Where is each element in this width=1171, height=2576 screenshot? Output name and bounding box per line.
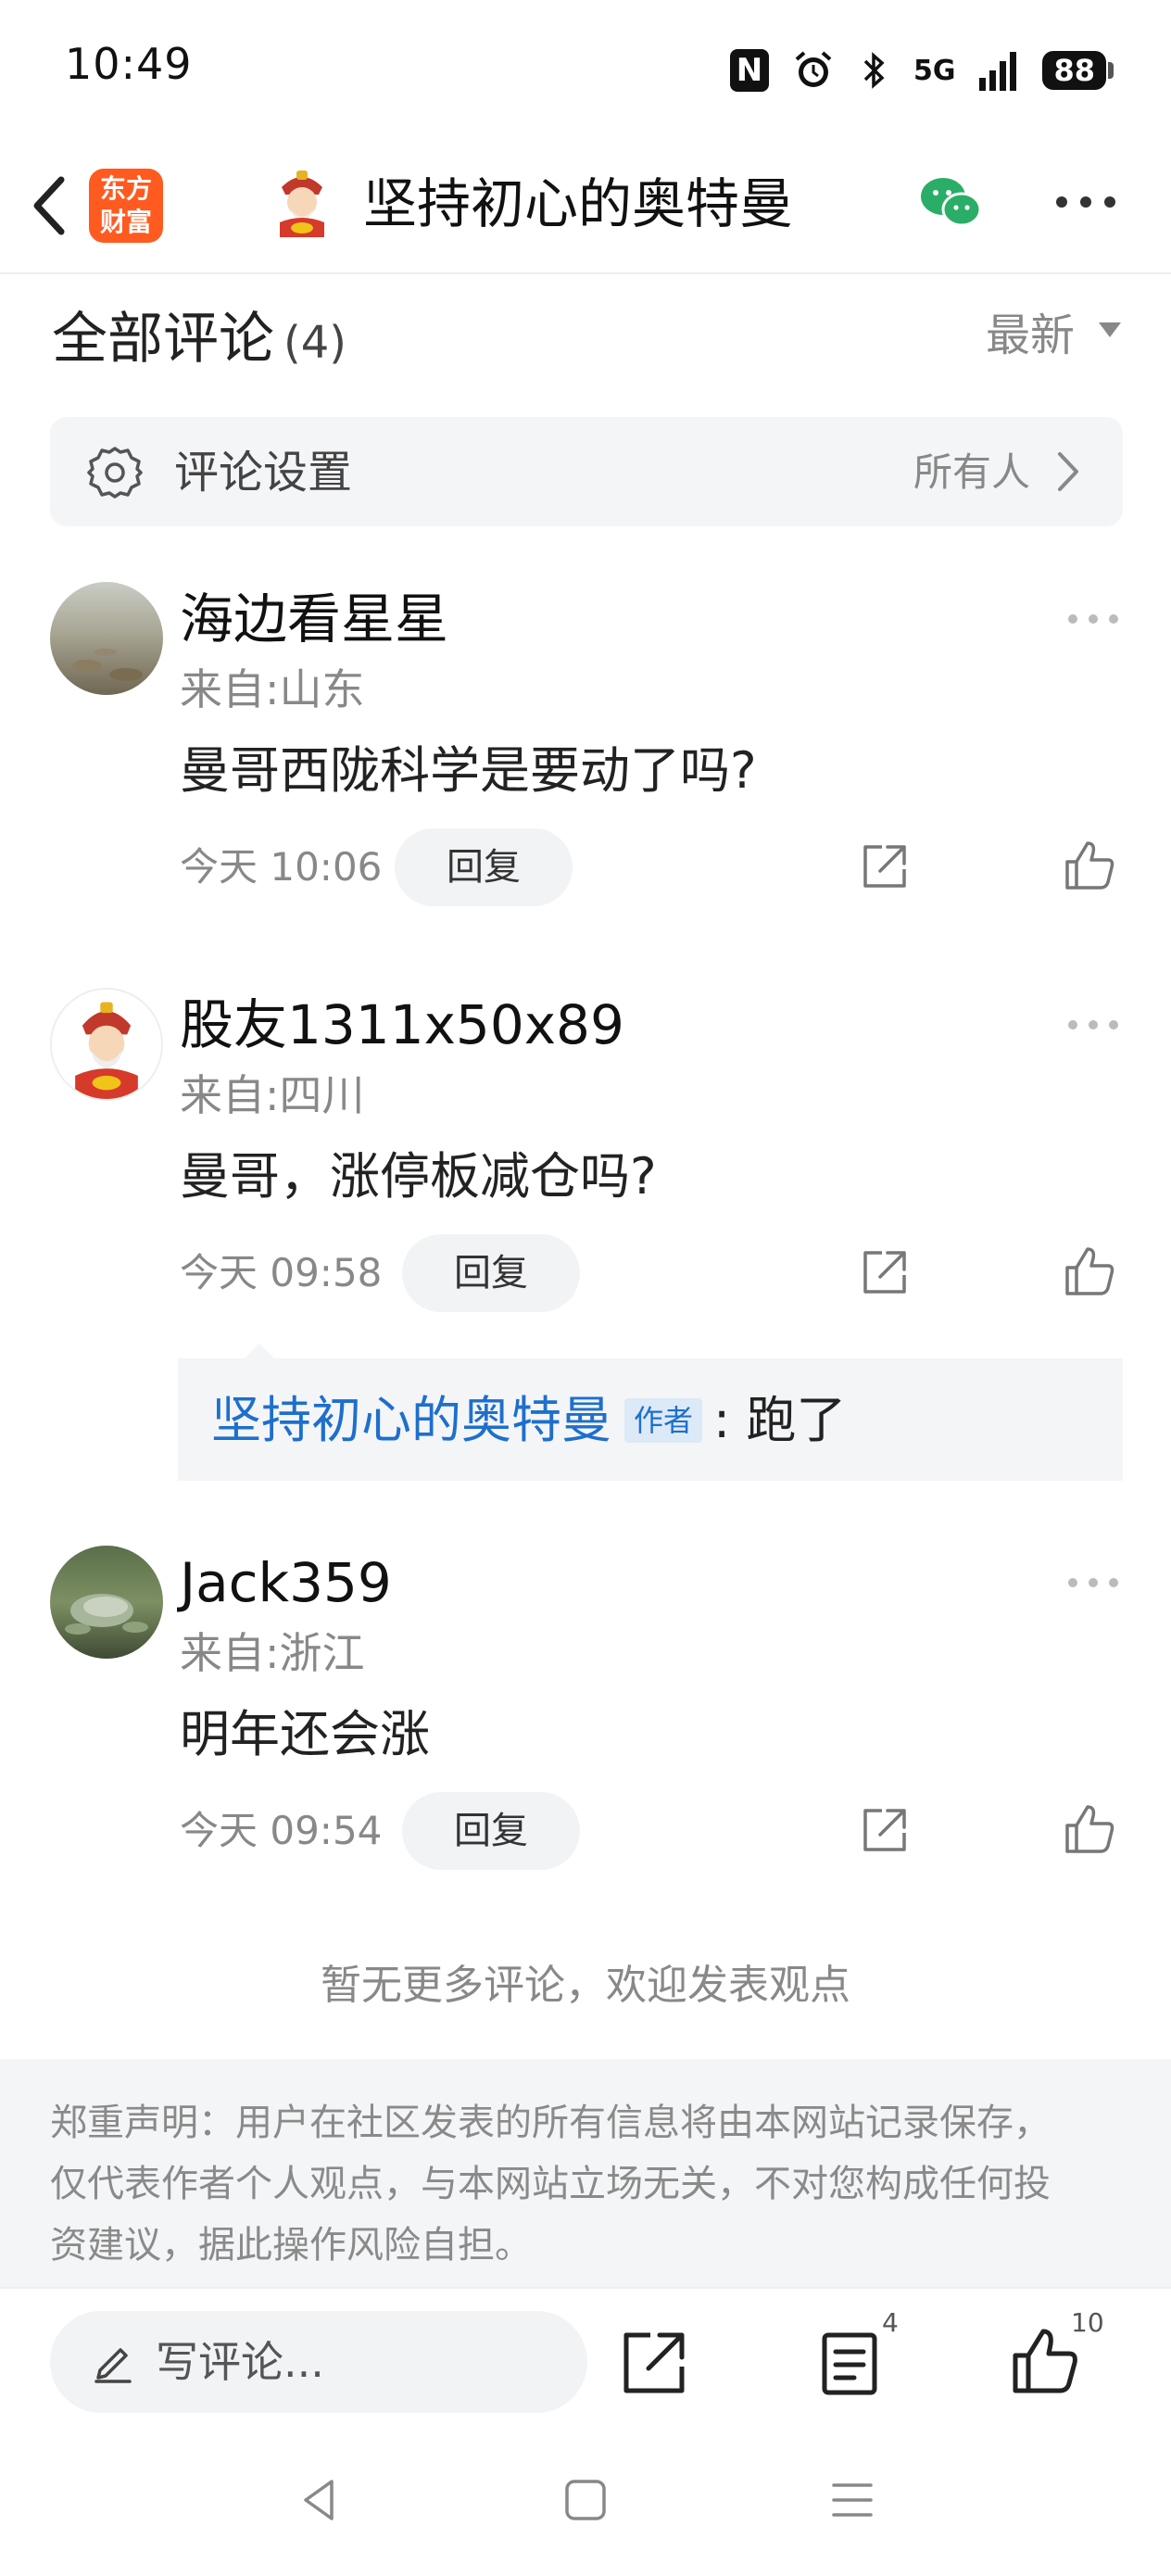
signal-icon: [979, 52, 1017, 91]
like-count-badge: 10: [1071, 2307, 1104, 2338]
comment-text: 曼哥，涨停板减仓吗?: [180, 1147, 657, 1206]
disclaimer-line: 仅代表作者个人观点，与本网站立场无关，不对您构成任何投: [50, 2163, 1051, 2205]
disclaimer-line: 郑重声明：用户在社区发表的所有信息将由本网站记录保存，: [50, 2102, 1051, 2144]
disclaimer: 郑重声明：用户在社区发表的所有信息将由本网站记录保存， 仅代表作者个人观点，与本…: [0, 2059, 1171, 2287]
page-title: 坚持初心的奥特曼: [363, 172, 794, 235]
bluetooth-icon: [863, 52, 885, 89]
comment-settings-value: 所有人: [913, 449, 1030, 495]
system-navigation-bar: [0, 2435, 1171, 2576]
author-avatar-icon[interactable]: [269, 167, 335, 237]
comment-time: 今天 10:06: [180, 844, 383, 890]
reply-button[interactable]: 回复: [402, 1792, 580, 1870]
app-header: 东方 财富 坚持初心的奥特曼: [0, 139, 1171, 274]
nav-back-icon[interactable]: [295, 2474, 346, 2526]
share-icon[interactable]: [858, 1247, 910, 1299]
comments-title: 全部评论: [52, 307, 274, 372]
network-type: 5G: [913, 54, 956, 87]
comment-location: 来自:浙江: [180, 1628, 365, 1678]
more-icon[interactable]: [1065, 1017, 1121, 1032]
alarm-icon: [795, 51, 832, 87]
share-icon[interactable]: [858, 1805, 910, 1857]
comment-text: 曼哥西陇科学是要动了吗?: [180, 741, 757, 800]
comment-time: 今天 09:54: [180, 1808, 383, 1853]
like-icon[interactable]: [1062, 838, 1117, 893]
logo-line1: 东方: [99, 173, 152, 204]
comment-location: 来自:山东: [180, 664, 365, 714]
comments-icon[interactable]: [817, 2328, 888, 2398]
logo-line2: 财富: [99, 207, 152, 237]
avatar-image: [52, 990, 161, 1099]
pencil-icon: [94, 2348, 132, 2383]
more-icon[interactable]: [1065, 612, 1121, 626]
reply-button[interactable]: 回复: [402, 1234, 580, 1312]
comment-time: 今天 09:58: [180, 1250, 383, 1295]
author-badge: 作者: [624, 1398, 703, 1443]
status-time: 10:49: [65, 39, 193, 89]
like-icon[interactable]: [1062, 1244, 1117, 1299]
more-icon[interactable]: [1065, 1575, 1121, 1590]
chevron-right-icon: [1058, 452, 1078, 491]
reply-button[interactable]: 回复: [395, 828, 573, 906]
more-icon[interactable]: [1052, 193, 1119, 211]
like-icon[interactable]: [1010, 2326, 1080, 2396]
share-icon[interactable]: [619, 2328, 689, 2398]
avatar-image: [50, 582, 163, 695]
sort-dropdown[interactable]: 最新: [986, 302, 1075, 369]
no-more-comments: 暂无更多评论，欢迎发表观点: [321, 1962, 850, 2009]
back-icon[interactable]: [20, 167, 78, 245]
comment-author-name[interactable]: 海边看星星: [180, 582, 448, 656]
nav-home-icon[interactable]: [560, 2474, 611, 2526]
comment-settings-bar[interactable]: 评论设置 所有人: [50, 417, 1123, 526]
app-logo[interactable]: 东方 财富: [89, 169, 163, 243]
disclaimer-line: 资建议，据此操作风险自担。: [50, 2224, 532, 2267]
battery-indicator: 88: [1042, 51, 1114, 90]
comments-count: (4): [283, 317, 346, 369]
comments-section-title: 全部评论 (4): [52, 302, 346, 380]
bottom-action-bar: 写评论... 4 10: [0, 2287, 1171, 2435]
write-comment-input[interactable]: 写评论...: [50, 2311, 587, 2413]
comment-text: 明年还会涨: [180, 1705, 430, 1763]
comment-author-name[interactable]: Jack359: [180, 1546, 392, 1620]
comment-location: 来自:四川: [180, 1070, 365, 1120]
status-icons: N 5G 88: [729, 44, 1114, 96]
wechat-icon[interactable]: [917, 172, 984, 232]
gear-icon: [87, 447, 143, 499]
comment-settings-label: 评论设置: [174, 447, 353, 499]
write-comment-placeholder: 写评论...: [156, 2337, 324, 2387]
avatar[interactable]: [50, 988, 163, 1101]
reply-box-notch: [245, 1344, 274, 1358]
reply-text: : 跑了: [713, 1391, 847, 1449]
comment-count-badge: 4: [882, 2307, 899, 2338]
like-icon[interactable]: [1062, 1801, 1117, 1857]
reply-author-name[interactable]: 坚持初心的奥特曼: [211, 1390, 611, 1451]
share-icon[interactable]: [858, 841, 910, 893]
nfc-icon: N: [729, 49, 769, 92]
chevron-down-icon[interactable]: [1099, 322, 1121, 337]
avatar[interactable]: [50, 1546, 163, 1659]
comment-author-name[interactable]: 股友1311x50x89: [180, 988, 624, 1062]
author-reply-line: 坚持初心的奥特曼 作者 : 跑了: [211, 1390, 846, 1451]
avatar-image: [50, 1546, 163, 1659]
avatar[interactable]: [50, 582, 163, 695]
nav-menu-icon[interactable]: [826, 2474, 878, 2526]
author-reply[interactable]: 坚持初心的奥特曼 作者 : 跑了: [178, 1358, 1123, 1481]
